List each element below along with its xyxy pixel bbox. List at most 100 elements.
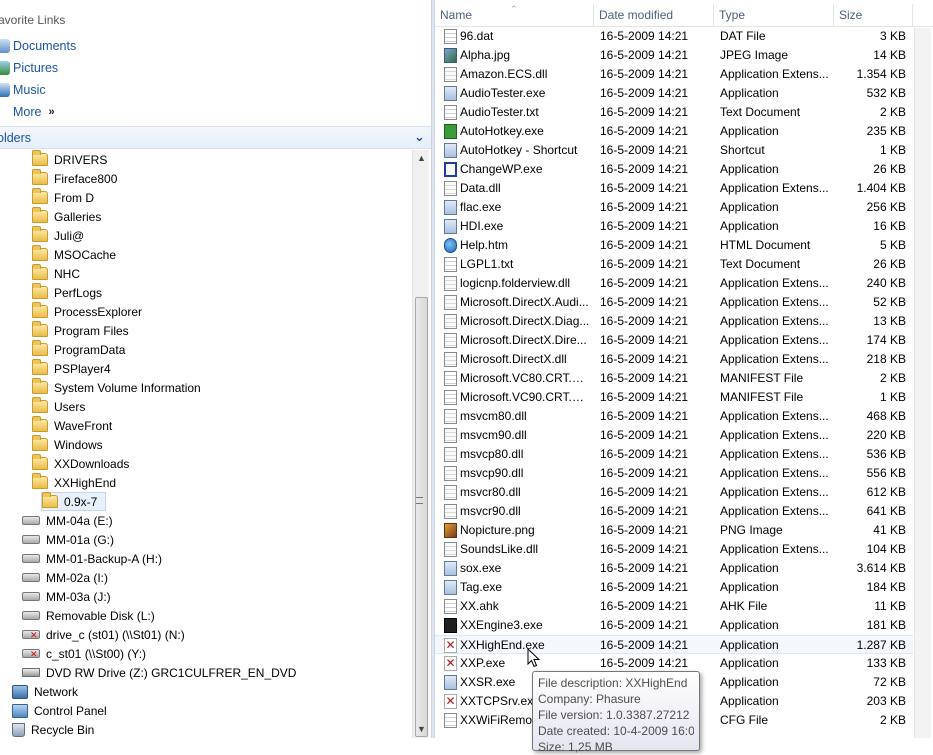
file-row[interactable]: SoundsLike.dll 16-5-2009 14:21 Application… <box>435 540 913 559</box>
file-date-modified: 16-5-2009 14:21 <box>600 162 689 176</box>
file-row[interactable]: msvcr90.dll 16-5-2009 14:21 Application Ex… <box>435 502 913 521</box>
file-row[interactable]: msvcp80.dll 16-5-2009 14:21 Application Ex… <box>435 445 913 464</box>
file-name: SoundsLike.dll <box>460 542 539 556</box>
scrollbar-grip-icon <box>416 497 423 504</box>
tree-item[interactable]: ProcessExplorer <box>32 302 142 321</box>
hard-drive-icon <box>22 535 40 544</box>
file-date-modified: 16-5-2009 14:21 <box>600 143 689 157</box>
favorite-link-pictures[interactable]: Pictures <box>0 59 58 77</box>
tree-item[interactable]: MM-03a (J:) <box>22 587 111 606</box>
tree-item[interactable]: XXHighEnd <box>32 473 116 492</box>
tree-item[interactable]: ProgramData <box>32 340 125 359</box>
tree-item[interactable]: From D <box>32 188 94 207</box>
column-header-name[interactable]: Name ⌃ <box>435 4 594 27</box>
tree-item[interactable]: DRIVERS <box>32 150 107 169</box>
file-row[interactable]: ✕ XXHighEnd.exe 16-5-2009 14:21 Application… <box>435 635 913 654</box>
tree-scrollbar-thumb[interactable] <box>415 297 428 737</box>
scroll-up-arrow-icon[interactable]: ▲ <box>413 150 430 167</box>
text-file-icon <box>444 713 457 728</box>
tree-item[interactable]: MSOCache <box>32 245 116 264</box>
tree-item[interactable]: Control Panel <box>12 701 107 720</box>
file-type: HTML Document <box>720 238 811 252</box>
file-row[interactable]: HDI.exe 16-5-2009 14:21 Application 16 KB <box>435 217 913 236</box>
tree-item[interactable]: MM-02a (I:) <box>22 568 108 587</box>
file-row[interactable]: AudioTester.exe 16-5-2009 14:21 Applicatio… <box>435 84 913 103</box>
file-row[interactable]: Data.dll 16-5-2009 14:21 Application Exten… <box>435 179 913 198</box>
file-row[interactable]: Alpha.jpg 16-5-2009 14:21 JPEG Image 14 KB <box>435 46 913 65</box>
file-row[interactable]: AutoHotkey.exe 16-5-2009 14:21 Application… <box>435 122 913 141</box>
tree-item[interactable]: 0.9x-7 <box>41 492 107 511</box>
favorite-link-more[interactable]: More » <box>13 103 55 121</box>
file-name: XXEngine3.exe <box>460 618 543 632</box>
favorite-link-label: More <box>13 105 42 119</box>
scroll-down-arrow-icon[interactable]: ▼ <box>413 721 430 738</box>
file-row[interactable]: Microsoft.DirectX.Dire... 16-5-2009 14:21… <box>435 331 913 350</box>
tree-item[interactable]: MM-01-Backup-A (H:) <box>22 549 162 568</box>
file-row[interactable]: ChangeWP.exe 16-5-2009 14:21 Application 26… <box>435 160 913 179</box>
file-name: Microsoft.VC80.CRT.m... <box>460 371 590 385</box>
tree-item[interactable]: drive_c (st01) (\\St01) (N:) ✕ <box>22 625 185 644</box>
tree-item-label: NHC <box>54 266 80 281</box>
tree-item[interactable]: PerfLogs <box>32 283 102 302</box>
tree-item[interactable]: MM-04a (E:) <box>22 511 113 530</box>
file-row[interactable]: Microsoft.DirectX.Diag... 16-5-2009 14:21… <box>435 312 913 331</box>
column-header-date[interactable]: Date modified <box>594 4 714 27</box>
file-row[interactable]: sox.exe 16-5-2009 14:21 Application 3.614 K… <box>435 559 913 578</box>
tree-item[interactable]: Users <box>32 397 85 416</box>
file-date-modified: 16-5-2009 14:21 <box>600 105 689 119</box>
tree-item[interactable]: c_st01 (\\St00) (Y:) ✕ <box>22 644 146 663</box>
file-type: Application <box>720 618 779 632</box>
tree-item-label: From D <box>54 190 94 205</box>
tree-item[interactable]: NHC <box>32 264 80 283</box>
favorite-link-documents[interactable]: Documents <box>0 37 76 55</box>
file-row[interactable]: Microsoft.DirectX.Audi... 16-5-2009 14:21… <box>435 293 913 312</box>
favorite-link-music[interactable]: Music <box>0 81 46 99</box>
file-row[interactable]: Microsoft.VC90.CRT.m... 16-5-2009 14:21 MA… <box>435 388 913 407</box>
tree-item[interactable]: Network <box>12 682 78 701</box>
folders-bar[interactable]: olders ⌄ <box>0 126 431 149</box>
tree-item[interactable]: XXDownloads <box>32 454 129 473</box>
file-row[interactable]: Amazon.ECS.dll 16-5-2009 14:21 Application… <box>435 65 913 84</box>
file-row[interactable]: Microsoft.VC80.CRT.m... 16-5-2009 14:21 MA… <box>435 369 913 388</box>
tree-item[interactable]: Removable Disk (L:) <box>22 606 155 625</box>
file-row[interactable]: Help.htm 16-5-2009 14:21 HTML Document 5 KB <box>435 236 913 255</box>
tree-item[interactable]: System Volume Information <box>32 378 201 397</box>
tree-item[interactable]: Fireface800 <box>32 169 117 188</box>
file-row[interactable]: LGPL1.txt 16-5-2009 14:21 Text Document 26 … <box>435 255 913 274</box>
file-row[interactable]: AudioTester.txt 16-5-2009 14:21 Text Docum… <box>435 103 913 122</box>
file-row[interactable]: AutoHotkey - Shortcut 16-5-2009 14:21 Shor… <box>435 141 913 160</box>
file-row[interactable]: msvcp90.dll 16-5-2009 14:21 Application Ex… <box>435 464 913 483</box>
tree-item[interactable]: Windows <box>32 435 103 454</box>
column-header-size[interactable]: Size <box>834 4 913 27</box>
tree-item[interactable]: Recycle Bin <box>12 720 94 738</box>
tree-item[interactable]: DVD RW Drive (Z:) GRC1CULFRER_EN_DVD <box>22 663 296 682</box>
file-row[interactable]: XX.ahk 16-5-2009 14:21 AHK File 11 KB <box>435 597 913 616</box>
dvd-drive-icon <box>22 668 40 677</box>
file-row[interactable]: logicnp.folderview.dll 16-5-2009 14:21 App… <box>435 274 913 293</box>
column-header-type[interactable]: Type <box>714 4 834 27</box>
chevron-down-icon[interactable]: ⌄ <box>414 129 425 145</box>
file-row[interactable]: msvcm90.dll 16-5-2009 14:21 Application Ex… <box>435 426 913 445</box>
tree-item[interactable]: Program Files <box>32 321 129 340</box>
file-date-modified: 16-5-2009 14:21 <box>600 48 689 62</box>
file-date-modified: 16-5-2009 14:21 <box>600 390 689 404</box>
file-row[interactable]: Tag.exe 16-5-2009 14:21 Application 184 KB <box>435 578 913 597</box>
tree-item-label: PSPlayer4 <box>54 361 111 376</box>
file-size: 235 KB <box>866 124 906 138</box>
file-row[interactable]: msvcr80.dll 16-5-2009 14:21 Application Ex… <box>435 483 913 502</box>
tree-item-label: MSOCache <box>54 247 117 262</box>
tree-item-label: ProcessExplorer <box>54 304 143 319</box>
file-row[interactable]: msvcm80.dll 16-5-2009 14:21 Application Ex… <box>435 407 913 426</box>
tree-item[interactable]: PSPlayer4 <box>32 359 111 378</box>
file-row[interactable]: XXEngine3.exe 16-5-2009 14:21 Application 1… <box>435 616 913 635</box>
file-row[interactable]: flac.exe 16-5-2009 14:21 Application 256 KB <box>435 198 913 217</box>
tree-item[interactable]: Galleries <box>32 207 101 226</box>
tree-item[interactable]: MM-01a (G:) <box>22 530 114 549</box>
file-row[interactable]: 96.dat 16-5-2009 14:21 DAT File 3 KB <box>435 27 913 46</box>
file-list-scrollbar[interactable] <box>914 28 931 738</box>
file-row[interactable]: Nopicture.png 16-5-2009 14:21 PNG Image 41 … <box>435 521 913 540</box>
file-row[interactable]: Microsoft.DirectX.dll 16-5-2009 14:21 Appl… <box>435 350 913 369</box>
tree-item[interactable]: Juli@ <box>32 226 84 245</box>
tree-item[interactable]: WaveFront <box>32 416 112 435</box>
tree-scrollbar[interactable]: ▲ ▼ <box>412 150 429 738</box>
